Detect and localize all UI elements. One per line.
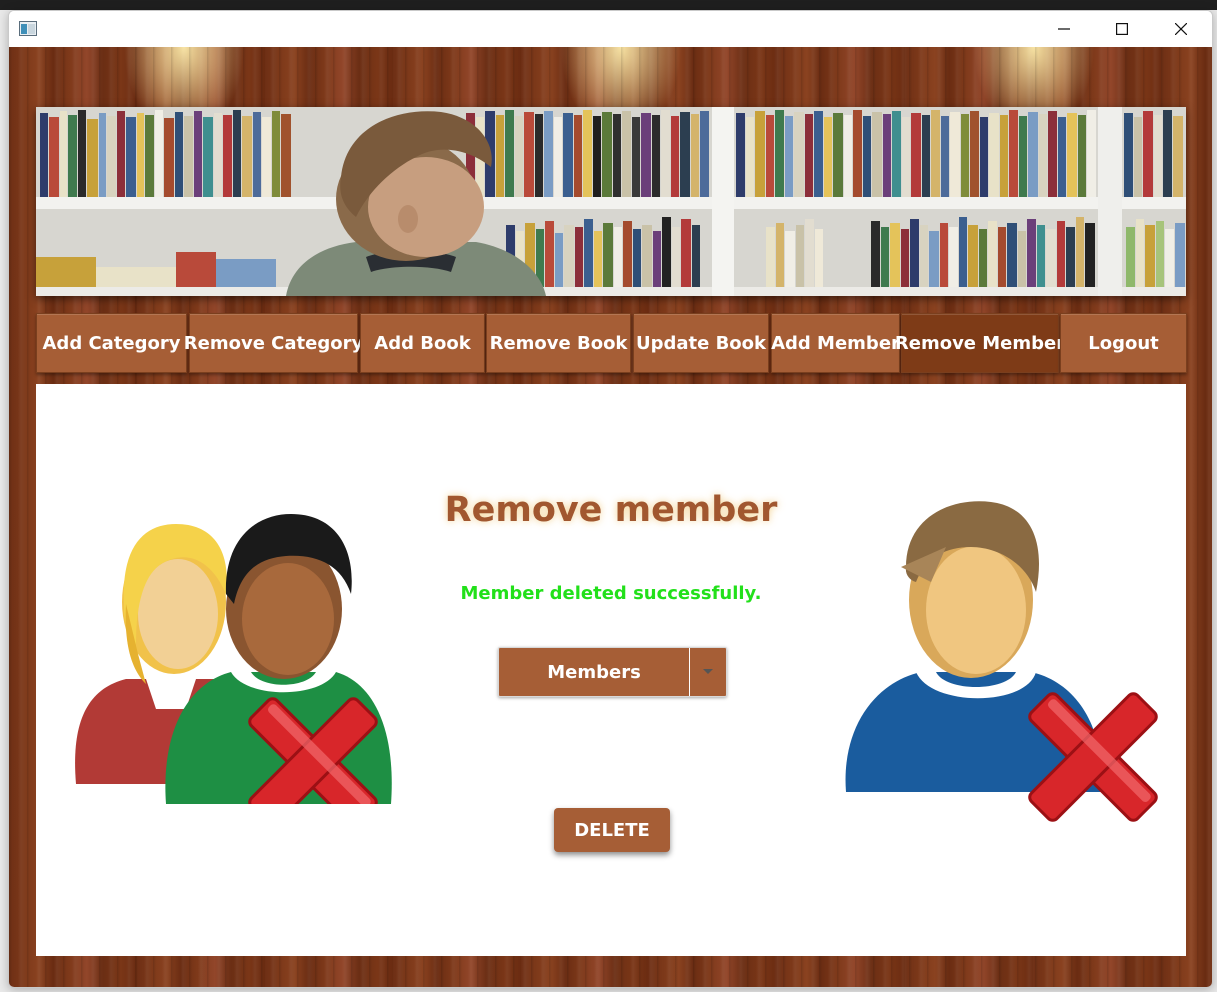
close-icon [1175,23,1187,35]
nav-remove-member[interactable]: Remove Member [895,313,1065,373]
nav-remove-category[interactable]: Remove Category [184,313,363,373]
minimize-button[interactable] [1035,11,1093,47]
nav-label: Add Member [771,332,900,354]
nav-update-book[interactable]: Update Book [633,313,769,373]
nav-logout[interactable]: Logout [1060,313,1187,373]
maximize-button[interactable] [1093,11,1151,47]
nav-label: Logout [1088,332,1159,354]
maximize-icon [1116,23,1128,35]
delete-button-label: DELETE [574,819,650,841]
nav-label: Remove Category [183,332,364,354]
content-panel: Remove member Member deleted successfull… [36,384,1186,956]
title-bar [9,11,1212,47]
members-select-toggle[interactable] [689,648,726,696]
members-select-value: Members [547,661,641,683]
delete-button[interactable]: DELETE [554,808,670,852]
library-banner-image [36,107,1186,296]
nav-add-member[interactable]: Add Member [771,313,900,373]
wood-background: Add Category Remove Category Add Book Re… [9,47,1212,987]
app-icon [19,21,37,36]
nav-label: Remove Member [894,332,1066,354]
library-banner [36,107,1186,296]
nav-add-book[interactable]: Add Book [360,313,485,373]
minimize-icon [1058,28,1070,30]
users-remove-icon [66,484,396,804]
nav-label: Update Book [635,332,767,354]
chevron-down-icon [703,669,713,674]
nav-label: Remove Book [489,332,628,354]
nav-label: Add Book [374,332,471,354]
close-button[interactable] [1152,11,1210,47]
members-select[interactable]: Members [498,647,727,697]
main-nav: Add Category Remove Category Add Book Re… [9,313,1212,375]
user-remove-icon [831,492,1161,822]
nav-add-category[interactable]: Add Category [36,313,187,373]
nav-remove-book[interactable]: Remove Book [486,313,631,373]
app-window: Add Category Remove Category Add Book Re… [8,10,1213,988]
nav-label: Add Category [42,332,181,354]
screen-top-strip [0,0,1217,10]
